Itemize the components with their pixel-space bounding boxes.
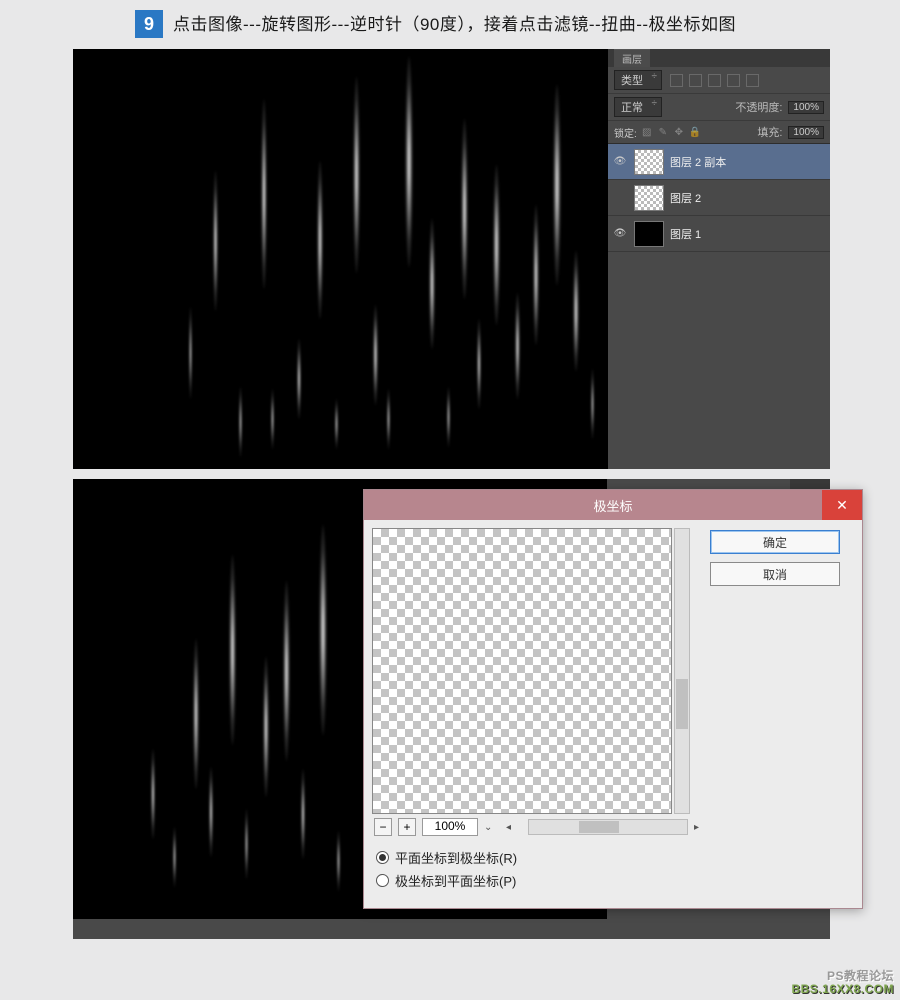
chevron-down-icon[interactable]: ⌄ (484, 822, 500, 833)
lock-transparency-icon[interactable]: ▨ (641, 126, 653, 138)
zoom-value[interactable]: 100% (422, 818, 478, 836)
layer-item[interactable]: 👁 图层 1 (608, 216, 830, 252)
layer-thumbnail (634, 221, 664, 247)
visibility-eye-icon[interactable]: 👁 (612, 154, 628, 170)
layer-name-label: 图层 1 (670, 226, 701, 242)
layer-type-select[interactable]: 类型 (614, 70, 662, 90)
radio-icon (376, 874, 389, 887)
preview-hscroll[interactable] (528, 819, 688, 835)
step-instruction: 点击图像---旋转图形---逆时针（90度），接着点击滤镜--扭曲--极坐标如图 (173, 10, 766, 40)
layer-thumbnail (634, 185, 664, 211)
cancel-button[interactable]: 取消 (710, 562, 840, 586)
ok-button[interactable]: 确定 (710, 530, 840, 554)
canvas-area-1 (73, 49, 608, 469)
filter-adjust-icon[interactable] (689, 74, 702, 87)
layer-item[interactable]: 👁 图层 2 副本 (608, 144, 830, 180)
lock-all-icon[interactable]: 🔒 (689, 126, 701, 138)
zoom-out-button[interactable]: − (374, 818, 392, 836)
radio-icon (376, 851, 389, 864)
hscroll-right-icon[interactable]: ▸ (694, 822, 710, 833)
preview-vscroll[interactable] (674, 528, 690, 814)
filter-image-icon[interactable] (670, 74, 683, 87)
fill-value[interactable]: 100% (788, 126, 824, 139)
zoom-in-button[interactable]: + (398, 818, 416, 836)
lock-position-icon[interactable]: ✥ (673, 126, 685, 138)
filter-text-icon[interactable] (708, 74, 721, 87)
lock-pixels-icon[interactable]: ✎ (657, 126, 669, 138)
dialog-titlebar[interactable]: 极坐标 ✕ (364, 490, 862, 520)
layer-name-label: 图层 2 副本 (670, 154, 726, 170)
fill-label: 填充: (757, 124, 782, 140)
polar-coordinates-dialog: 极坐标 ✕ 确定 取消 − + 100% ⌄ ◂ ▸ (363, 489, 863, 909)
hscroll-left-icon[interactable]: ◂ (506, 822, 522, 833)
screenshot-canvas-1: 画层 类型 正常 不透明度: 100% 锁定: ▨ ✎ ✥ 🔒 (73, 49, 830, 469)
visibility-eye-icon[interactable] (612, 190, 628, 206)
filter-smart-icon[interactable] (746, 74, 759, 87)
radio-label-2: 极坐标到平面坐标(P) (395, 871, 516, 890)
radio-label-1: 平面坐标到极坐标(R) (395, 848, 517, 867)
dialog-title-text: 极坐标 (593, 496, 632, 515)
opacity-value[interactable]: 100% (788, 101, 824, 114)
screenshot-canvas-2: 100% 100% 极坐标 ✕ 确定 取消 − + 100% (73, 479, 830, 939)
close-icon[interactable]: ✕ (822, 490, 862, 520)
step-badge: 9 (135, 10, 163, 38)
layer-item[interactable]: 图层 2 (608, 180, 830, 216)
watermark: PS教程论坛 BBS.16XX8.COM (791, 970, 894, 996)
preview-box (372, 528, 672, 814)
opacity-label: 不透明度: (735, 99, 782, 115)
layers-tab[interactable]: 画层 (614, 49, 650, 67)
layers-panel: 画层 类型 正常 不透明度: 100% 锁定: ▨ ✎ ✥ 🔒 (608, 49, 830, 469)
lock-label: 锁定: (614, 125, 637, 140)
radio-polar-to-rect[interactable]: 极坐标到平面坐标(P) (376, 871, 517, 890)
visibility-eye-icon[interactable]: 👁 (612, 226, 628, 242)
radio-rect-to-polar[interactable]: 平面坐标到极坐标(R) (376, 848, 517, 867)
layer-thumbnail (634, 149, 664, 175)
layer-name-label: 图层 2 (670, 190, 701, 206)
blend-mode-select[interactable]: 正常 (614, 97, 662, 117)
watermark-line2: BBS.16XX8.COM (791, 983, 894, 996)
filter-shape-icon[interactable] (727, 74, 740, 87)
